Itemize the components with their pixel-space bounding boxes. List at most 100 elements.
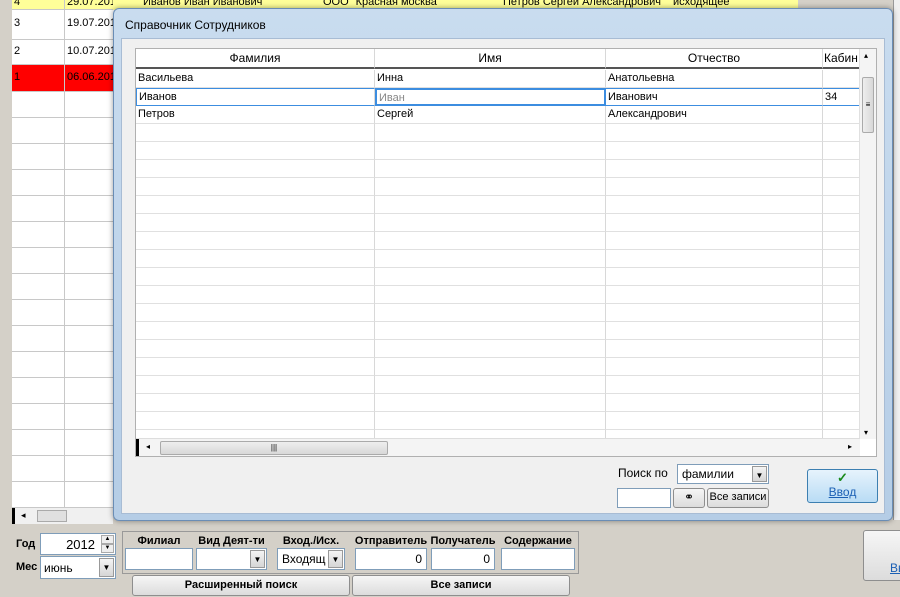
grid-cell[interactable] [606,412,823,430]
grid-cell[interactable] [823,358,860,376]
grid-cell[interactable] [136,358,375,376]
scroll-down-icon[interactable]: ▾ [864,428,868,437]
grid-cell[interactable] [136,142,375,160]
column-header-patronymic[interactable]: Отчество [606,49,823,69]
grid-cell[interactable]: Иванович [606,88,823,106]
grid-cell[interactable]: Инна [375,70,606,88]
grid-cell[interactable]: Иванов [136,88,375,106]
table-row-empty[interactable] [12,92,65,118]
grid-cell[interactable] [136,322,375,340]
table-row-empty[interactable] [12,222,65,248]
grid-cell[interactable] [823,214,860,232]
grid-cell[interactable] [375,196,606,214]
right-action-button[interactable]: Вв [863,530,900,581]
grid-cell[interactable] [823,232,860,250]
grid-cell[interactable] [606,268,823,286]
filter-input[interactable]: 0 [355,548,427,570]
grid-cell[interactable] [606,214,823,232]
grid-cell[interactable] [136,376,375,394]
grid-cell[interactable] [375,232,606,250]
grid-cell[interactable] [606,250,823,268]
grid-cell[interactable] [375,214,606,232]
table-row-num[interactable]: 2 [12,40,65,65]
grid-cell[interactable] [136,178,375,196]
grid-cell[interactable] [606,394,823,412]
find-button[interactable]: ⚭ [673,488,705,508]
table-row-empty[interactable] [12,144,65,170]
grid-cell[interactable] [606,376,823,394]
grid-cell[interactable] [823,178,860,196]
grid-cell[interactable] [375,376,606,394]
search-input[interactable] [617,488,671,508]
grid-cell[interactable] [136,304,375,322]
grid-cell[interactable] [375,286,606,304]
column-header-lastname[interactable]: Фамилия [136,49,375,69]
grid-cell[interactable]: Васильева [136,70,375,88]
scroll-thumb[interactable] [37,510,67,522]
year-spinner[interactable]: 2012 ▲ ▼ [40,533,116,555]
table-row-empty[interactable] [12,170,65,196]
table-row-empty[interactable] [12,300,65,326]
table-row-empty[interactable] [12,378,65,404]
grid-cell[interactable] [606,358,823,376]
grid-cell[interactable] [823,412,860,430]
grid-cell[interactable]: Петров [136,106,375,124]
scroll-up-icon[interactable]: ▴ [864,51,868,60]
filter-input[interactable] [501,548,575,570]
grid-cell[interactable]: 34 [823,88,860,106]
grid-cell[interactable] [823,394,860,412]
grid-cell[interactable] [823,70,860,88]
grid-cell[interactable] [375,322,606,340]
grid-cell[interactable] [375,304,606,322]
grid-cell[interactable] [606,142,823,160]
table-row-empty[interactable] [12,404,65,430]
table-row-empty[interactable] [12,196,65,222]
table-row-empty[interactable] [12,352,65,378]
grid-cell[interactable] [606,304,823,322]
grid-cell[interactable] [136,250,375,268]
grid-cell[interactable] [136,286,375,304]
filter-input[interactable]: Входящ ▼ [277,548,345,570]
grid-cell[interactable] [606,232,823,250]
all-records-button[interactable]: Все записи [707,488,769,508]
grid-cell[interactable] [606,124,823,142]
filter-input[interactable] [125,548,193,570]
filter-input[interactable]: ▼ [196,548,267,570]
table-row-empty[interactable] [12,482,65,508]
grid-cell[interactable] [136,196,375,214]
scroll-left-icon[interactable]: ◂ [21,510,26,521]
grid-cell[interactable] [823,160,860,178]
grid-cell[interactable] [823,304,860,322]
table-row-num[interactable]: 3 [12,10,65,40]
grid-cell[interactable]: Александрович [606,106,823,124]
grid-cell[interactable] [606,178,823,196]
grid-cell[interactable] [823,250,860,268]
grid-cell[interactable] [375,160,606,178]
grid-cell[interactable] [823,196,860,214]
spin-up-icon[interactable]: ▲ [101,535,114,544]
grid-cell[interactable] [606,196,823,214]
grid-cell[interactable] [136,394,375,412]
enter-button[interactable]: ✓ Ввод [807,469,878,503]
grid-cell[interactable] [375,268,606,286]
grid-cell[interactable] [823,268,860,286]
grid-cell[interactable] [823,142,860,160]
grid-cell[interactable] [823,340,860,358]
grid-cell[interactable] [136,340,375,358]
vertical-scrollbar[interactable]: ▴ ≡ ▾ [859,49,876,439]
chevron-down-icon[interactable]: ▼ [250,550,265,568]
grid-cell[interactable] [823,322,860,340]
column-header-room[interactable]: Кабин [823,49,860,69]
grid-cell[interactable] [375,178,606,196]
grid-cell[interactable] [375,358,606,376]
advanced-search-button[interactable]: Расширенный поиск [132,575,350,596]
grid-cell[interactable] [375,142,606,160]
grid-cell[interactable]: Сергей [375,106,606,124]
grid-cell[interactable] [136,268,375,286]
grid-cell[interactable] [375,340,606,358]
grid-cell[interactable]: Анатольевна [606,70,823,88]
table-row-empty[interactable] [12,118,65,144]
chevron-down-icon[interactable]: ▼ [328,550,343,568]
chevron-down-icon[interactable]: ▼ [752,466,767,482]
table-row-empty[interactable] [12,274,65,300]
